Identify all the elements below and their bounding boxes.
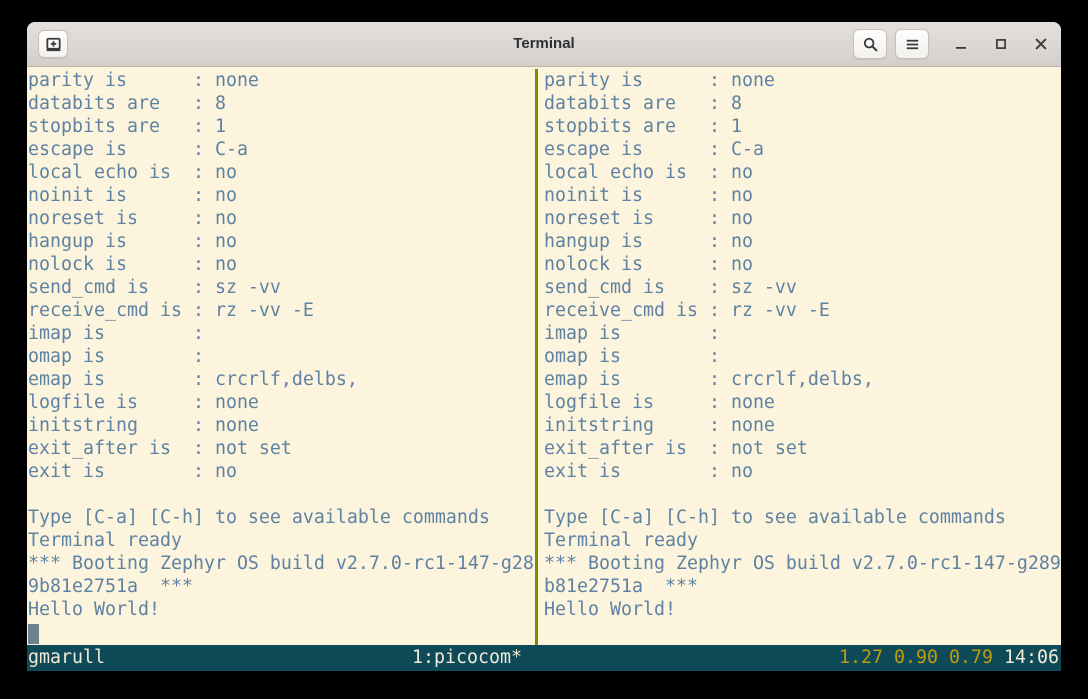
maximize-button[interactable]	[985, 30, 1017, 58]
search-icon	[862, 36, 879, 53]
pane-right-output[interactable]: parity is : none databits are : 8 stopbi…	[544, 69, 1061, 621]
search-button[interactable]	[853, 29, 887, 59]
pane-left-output[interactable]: parity is : none databits are : 8 stopbi…	[28, 69, 536, 621]
clock: 14:06	[1004, 647, 1059, 668]
close-button[interactable]	[1025, 30, 1057, 58]
window-list-item[interactable]: 1:picocom*	[412, 646, 522, 669]
menu-button[interactable]	[895, 29, 929, 59]
close-icon	[1033, 36, 1049, 52]
status-right: 1.27 0.90 0.79 14:06	[839, 646, 1059, 669]
pane-divider[interactable]	[535, 69, 538, 645]
maximize-icon	[993, 36, 1009, 52]
hamburger-menu-icon	[904, 36, 921, 53]
terminal-screen[interactable]: parity is : none databits are : 8 stopbi…	[27, 67, 1061, 671]
terminal-cursor	[28, 624, 39, 644]
terminal-window: Terminal	[27, 22, 1061, 671]
minimize-icon	[953, 36, 969, 52]
load-average: 1.27 0.90 0.79	[839, 647, 993, 668]
session-name: gmarull	[28, 646, 105, 669]
tmux-status-bar: gmarull 1:picocom* 1.27 0.90 0.79 14:06	[27, 645, 1061, 671]
titlebar-controls	[853, 29, 1057, 59]
titlebar[interactable]: Terminal	[27, 22, 1061, 67]
minimize-button[interactable]	[945, 30, 977, 58]
